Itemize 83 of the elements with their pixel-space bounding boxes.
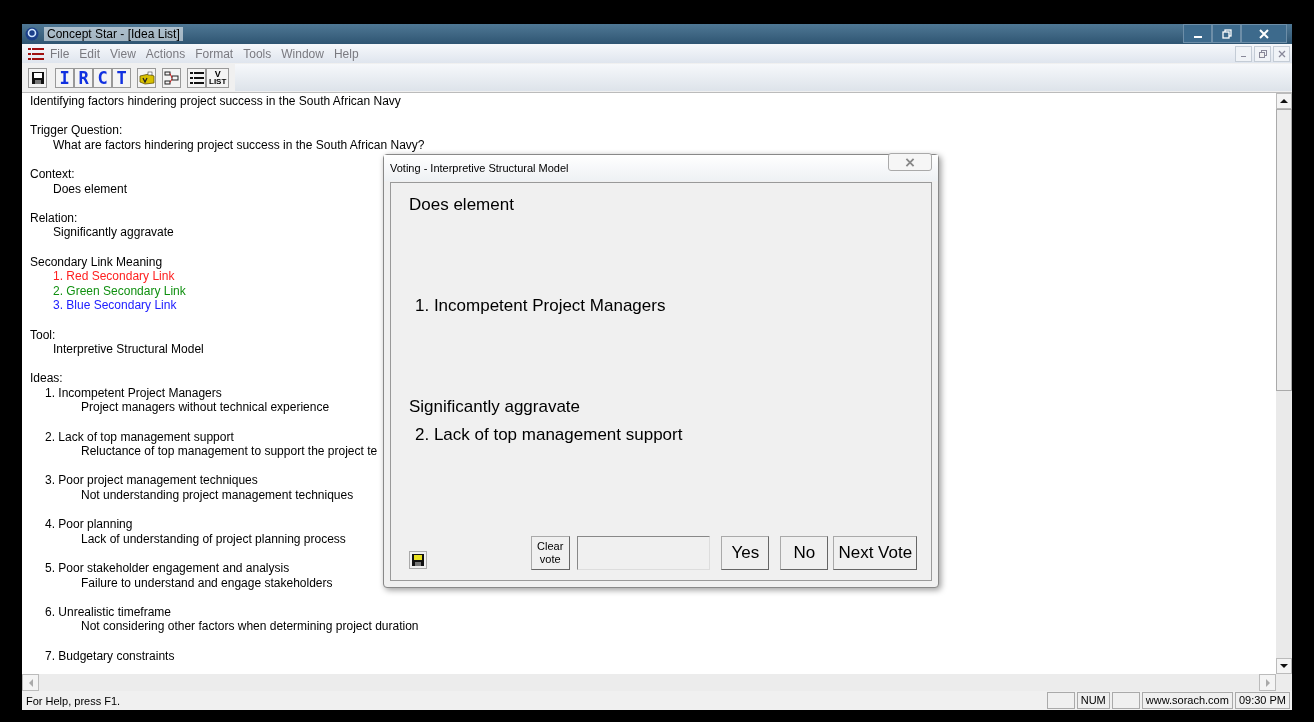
menu-item[interactable]: Actions [145, 46, 186, 61]
vote-list-button[interactable]: V LIST [206, 67, 230, 88]
restore-button[interactable] [1212, 24, 1241, 43]
scroll-up-icon[interactable] [1276, 93, 1292, 109]
close-icon [905, 157, 915, 167]
scroll-left-icon[interactable] [22, 674, 39, 691]
section-label: Trigger Question: [30, 123, 123, 138]
idea-title: 1. Incompetent Project Managers [44, 385, 222, 401]
close-button[interactable] [1273, 45, 1290, 62]
context-text: Does element [409, 195, 515, 215]
idea-description: Reluctance of top management to support the project te [80, 444, 378, 459]
scroll-down-icon[interactable] [1276, 658, 1292, 674]
idea-title: 7. Budgetary constraints [44, 648, 175, 664]
minimize-icon [1193, 35, 1202, 38]
close-button[interactable] [888, 153, 932, 171]
element-text: 1. Incompetent Project Managers [414, 296, 667, 316]
scroll-thumb[interactable] [1276, 109, 1292, 391]
vote-field[interactable] [576, 536, 711, 570]
relation-text: Significantly aggravate [409, 397, 582, 417]
dialog-title: Voting - Interpretive Structural Model [390, 162, 569, 174]
section-text: 1. Red Secondary Link [52, 269, 175, 284]
idea-title: 5. Poor stakeholder engagement and analysis [44, 561, 290, 576]
menu-item[interactable]: Edit [79, 46, 101, 61]
menu-item[interactable]: File [50, 46, 70, 61]
minimize-button[interactable] [1183, 24, 1212, 43]
vote-button[interactable]: Yes [721, 536, 770, 570]
menu-item[interactable]: Format [195, 46, 234, 61]
status-pane [1111, 692, 1140, 709]
toolbar-button[interactable]: I [55, 67, 74, 88]
menu-item[interactable]: View [110, 46, 136, 61]
section-text: Does element [52, 181, 128, 197]
menu-item[interactable]: Help [333, 46, 359, 61]
element-text: 2. Lack of top management support [414, 425, 684, 445]
menu-item[interactable]: Tools [243, 46, 272, 61]
status-message: For Help, press F1. [25, 694, 122, 707]
tree-diagram-button[interactable] [162, 67, 181, 88]
idea-description: Not understanding project management techniques [80, 488, 354, 503]
toolbar-button[interactable]: R [74, 67, 93, 88]
idea-title: 6. Unrealistic timeframe [44, 604, 172, 620]
close-icon [1276, 48, 1287, 59]
document-heading: Identifying factors hindering project success in the South African Navy [30, 94, 401, 109]
save-button[interactable] [409, 551, 427, 569]
section-text: Interpretive Structural Model [52, 342, 204, 357]
idea-description: Lack of understanding of project planning process [80, 531, 346, 547]
ballot-box-button[interactable] [137, 67, 156, 88]
toolbar-button[interactable]: C [93, 67, 112, 88]
section-text: 2. Green Secondary Link [52, 283, 186, 299]
list-button[interactable] [187, 67, 206, 88]
vertical-scrollbar[interactable] [1276, 93, 1292, 674]
restore-icon [1220, 27, 1233, 40]
idea-description: Not considering other factors when determining project duration [80, 619, 419, 634]
clear-vote-button[interactable]: Clear vote [530, 536, 570, 570]
close-button[interactable] [1241, 24, 1287, 43]
minimize-icon [1241, 56, 1246, 57]
window-title: Concept Star - [Idea List] [44, 27, 183, 41]
section-label: Ideas: [30, 371, 63, 386]
status-pane: www.sorach.com [1141, 692, 1233, 709]
toolbar-button[interactable]: T [112, 67, 131, 88]
section-text: 3. Blue Secondary Link [52, 298, 177, 313]
section-label: Tool: [30, 327, 56, 343]
section-label: Context: [30, 166, 75, 182]
idea-title: 2. Lack of top management support [44, 429, 234, 445]
vote-button[interactable]: No [780, 536, 829, 570]
section-text: What are factors hindering project success in the South African Navy? [52, 137, 425, 153]
status-pane: 09:30 PM [1234, 692, 1290, 709]
vote-button[interactable]: Next Vote [833, 536, 917, 570]
app-logo-icon [25, 27, 39, 41]
restore-icon [1257, 48, 1268, 59]
save-button[interactable] [28, 67, 47, 88]
horizontal-scrollbar[interactable] [22, 674, 1292, 691]
idea-description: Project managers without technical experience [80, 400, 330, 416]
idea-description: Failure to understand and engage stakeholders [80, 575, 333, 591]
section-text: Significantly aggravate [52, 225, 174, 240]
status-pane: NUM [1076, 692, 1110, 709]
menu-icon[interactable] [28, 46, 44, 61]
close-icon [1258, 27, 1270, 40]
idea-title: 3. Poor project management techniques [44, 473, 258, 489]
restore-button[interactable] [1254, 45, 1271, 62]
status-pane [1046, 692, 1075, 709]
menu-item[interactable]: Window [281, 46, 324, 61]
section-label: Secondary Link Meaning [30, 254, 163, 270]
idea-title: 4. Poor planning [44, 517, 133, 532]
section-label: Relation: [30, 210, 78, 226]
